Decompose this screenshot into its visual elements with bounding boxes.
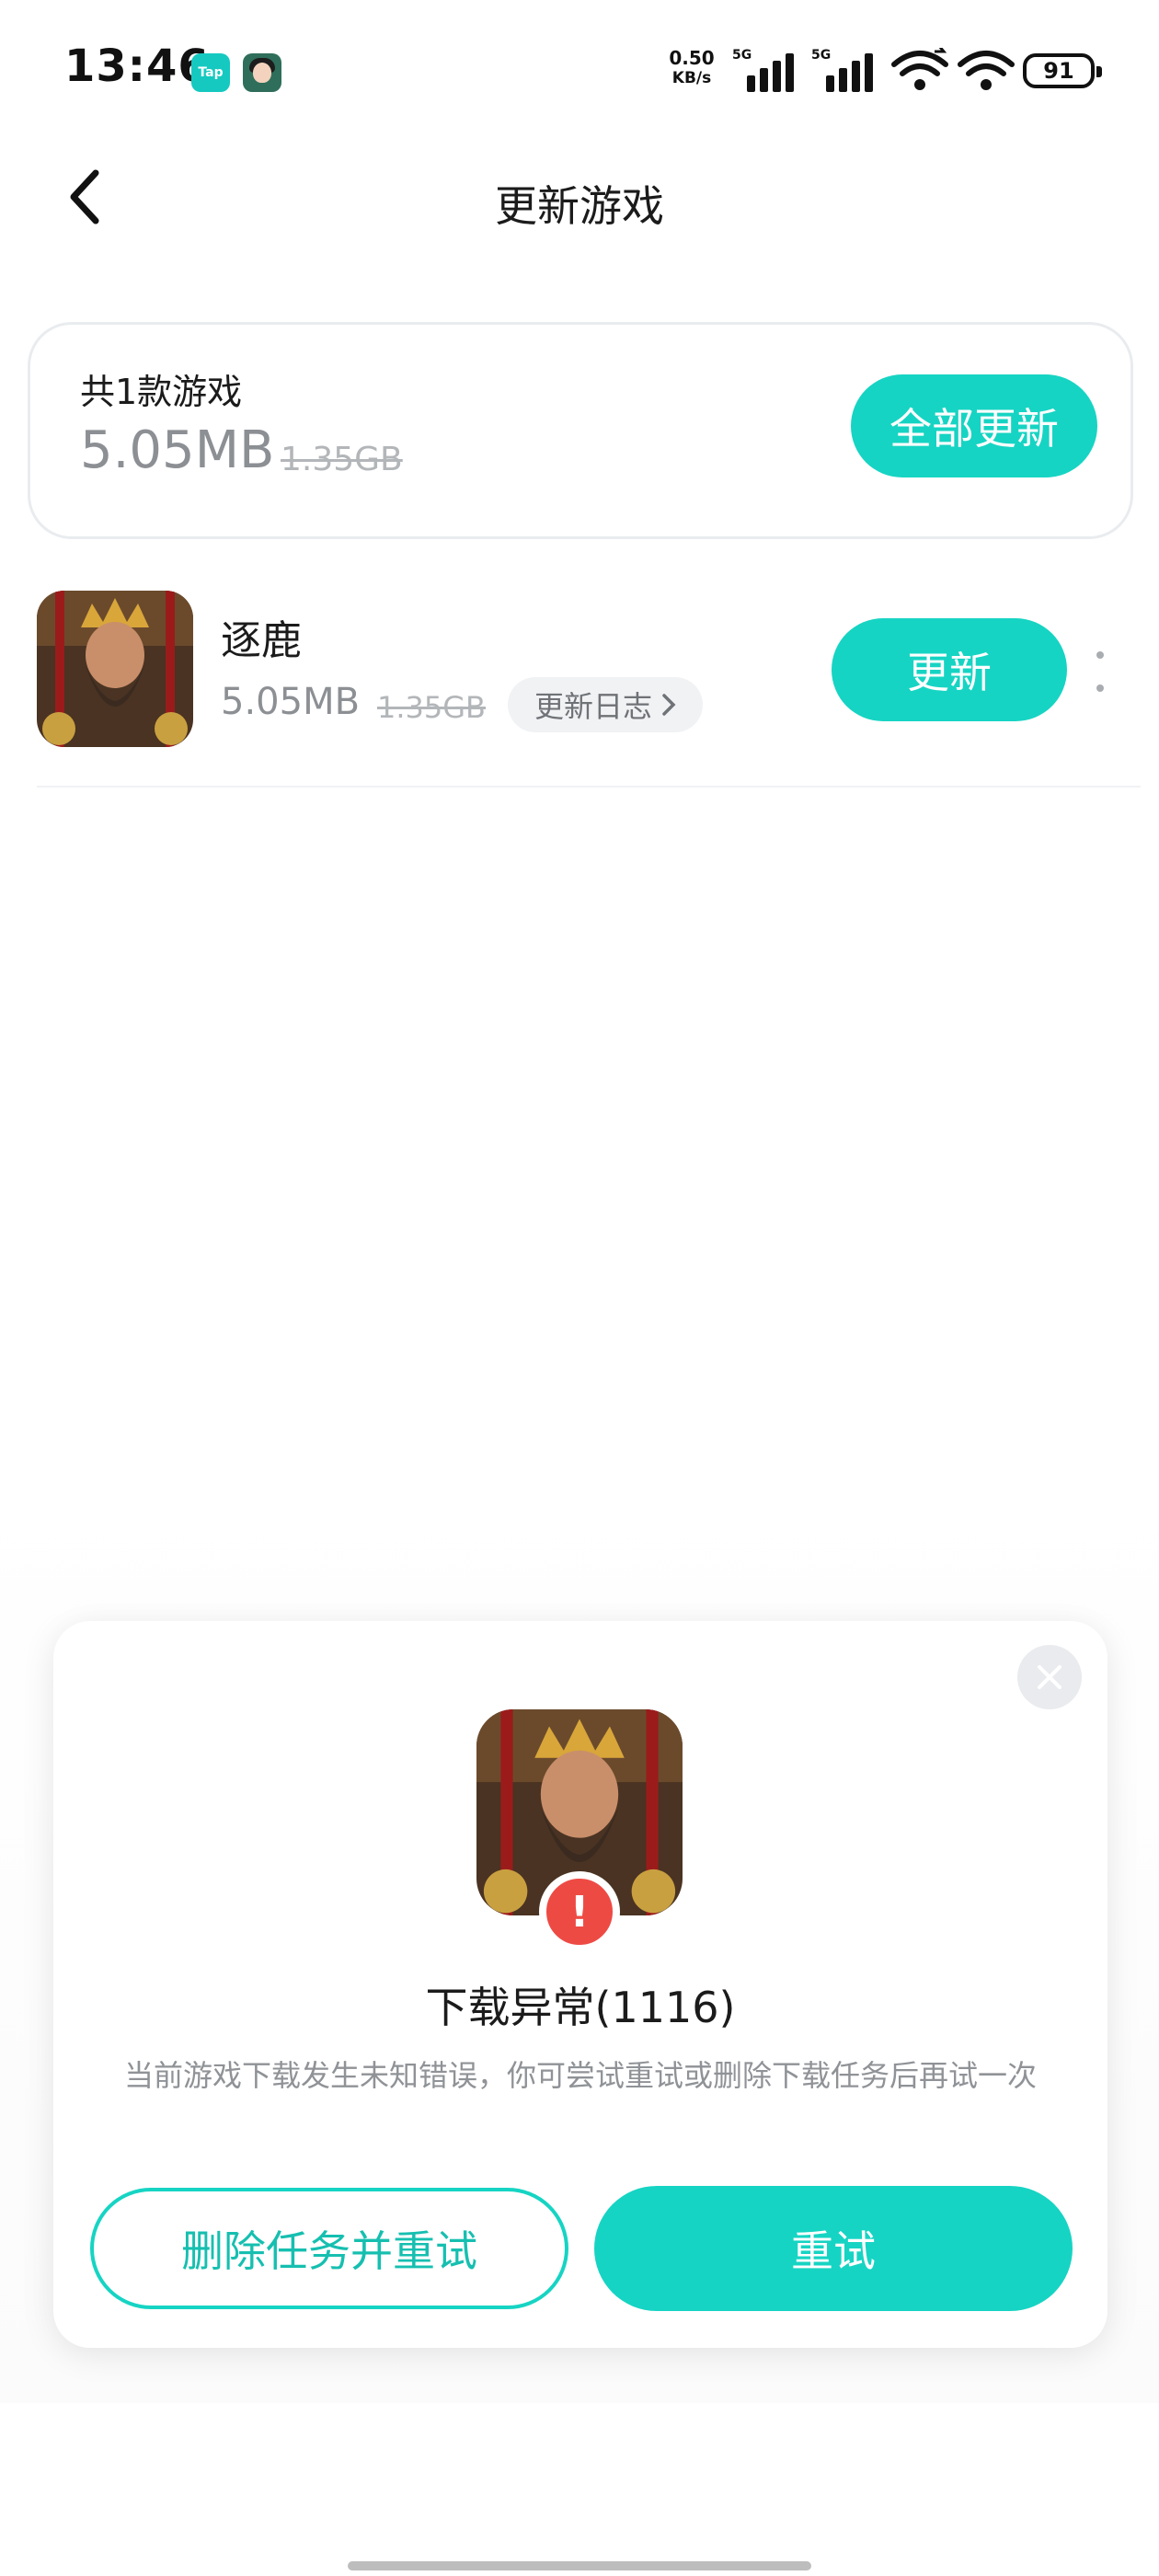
page-header: 更新游戏 [0,147,1159,248]
error-alert-icon: ! [539,1871,620,1952]
dialog-message: 当前游戏下载发生未知错误，你可尝试重试或删除下载任务后再试一次 [123,2058,1037,2093]
total-download-size: 5.05MB [80,420,275,480]
battery-indicator: 91 [1023,53,1102,88]
game-count-label: 共1款游戏 [80,372,243,412]
game-original-size: 1.35GB [377,690,486,725]
changelog-button[interactable]: 更新日志 [508,677,703,732]
chevron-right-icon [662,694,676,716]
signal-sim1-icon: 5G [732,48,798,92]
game-name: 逐鹿 [221,617,302,664]
network-speed-value: 0.50 [669,47,715,69]
status-bar: 13:46 Tap 0.50 KB/s 5G 5G 91 [0,0,1159,147]
game-icon[interactable] [37,591,193,747]
status-time: 13:46 [64,40,210,92]
wifi-icon [958,51,1015,90]
update-button[interactable]: 更新 [832,618,1067,721]
close-icon [1038,1665,1061,1689]
delete-and-retry-button[interactable]: 删除任务并重试 [90,2188,568,2309]
home-indicator[interactable] [348,2561,811,2570]
battery-level: 91 [1043,58,1074,84]
total-original-size: 1.35GB [281,441,403,478]
game-list-item[interactable]: 逐鹿 5.05MB 1.35GB 更新日志 更新 [37,589,1141,788]
signal-sim2-icon: 5G [811,48,878,92]
network-speed-unit: KB/s [671,69,712,87]
avatar-notification-icon [243,53,281,92]
wifi-sync-icon [891,48,948,90]
taptap-app-icon: Tap [191,53,230,92]
close-button[interactable] [1017,1645,1082,1709]
dialog-title: 下载异常(1116) [425,1983,736,2032]
update-all-button[interactable]: 全部更新 [851,374,1097,477]
page-title: 更新游戏 [495,181,664,231]
more-options-icon[interactable] [1089,651,1111,692]
network-speed: 0.50 KB/s [664,48,719,88]
download-error-dialog: ! 下载异常(1116) 当前游戏下载发生未知错误，你可尝试重试或删除下载任务后… [53,1621,1107,2348]
game-download-size: 5.05MB [221,681,361,723]
changelog-label: 更新日志 [534,689,652,724]
update-summary-card: 共1款游戏 5.05MB 1.35GB 全部更新 [28,322,1133,539]
retry-button[interactable]: 重试 [594,2186,1073,2311]
